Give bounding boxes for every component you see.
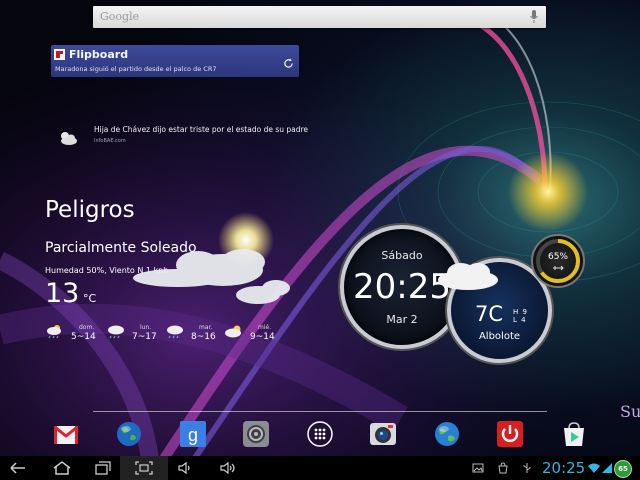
status-bar-time[interactable]: 20:25 [542,459,585,477]
screenshot-icon [135,461,153,475]
camera-icon[interactable] [369,420,397,448]
flipboard-title: Flipboard [69,48,129,61]
rain-icon [167,325,183,339]
microphone-icon[interactable] [530,10,538,24]
google-search-icon[interactable]: g [179,420,207,448]
volume-down-icon[interactable] [177,460,193,476]
clock-weather-temp: 7C [475,302,504,326]
partly-cloudy-icon [225,325,241,338]
notification-gallery-icon[interactable] [472,462,484,474]
volume-up-icon[interactable] [219,460,237,476]
play-store-icon[interactable] [560,420,588,448]
settings-icon[interactable] [242,420,270,448]
cloud-icon [438,263,498,290]
google-logo-text: Google [100,10,140,23]
forecast-range-3: 8~16 [191,332,216,342]
battery-percent: 65% [547,252,568,262]
plug-icon [553,265,564,271]
globe-icon[interactable] [433,420,461,448]
forecast-day-2: lun. [140,324,152,331]
svg-text:g: g [188,425,198,445]
usb-icon [523,463,531,473]
google-search-bar[interactable]: Google [93,6,546,28]
flipboard-logo-icon [54,49,65,60]
clock-weather-city: Albolote [478,331,521,342]
partial-wallpaper-text: Su [620,402,640,421]
dock-divider [93,411,547,412]
clock-date: Mar 2 [386,313,418,326]
partly-rain-icon [47,325,61,339]
weather-location[interactable]: Peligros [45,197,135,223]
temperature-unit: °C [83,292,97,305]
refresh-icon[interactable] [283,58,294,69]
notification-store-icon[interactable] [497,462,509,474]
power-icon[interactable] [496,420,524,448]
weather-temperature: 13 [45,278,80,309]
forecast-day-1: dom. [79,324,95,331]
screenshot-button[interactable] [120,456,168,480]
forecast-day-4: mié. [258,324,272,331]
app-drawer-icon[interactable] [306,420,334,448]
battery-badge: 65 [614,460,632,478]
gmail-icon[interactable] [52,420,80,448]
browser-globe-icon[interactable] [115,420,143,448]
back-icon[interactable] [9,460,27,476]
signal-icon [602,463,612,473]
forecast-day-3: mar. [199,324,213,331]
news-source: InfoBAE.com [94,138,126,144]
flipboard-headline[interactable]: Maradona siguió el partido desde el palc… [55,65,216,73]
home-icon[interactable] [52,460,72,476]
forecast-range-4: 9~14 [250,332,275,342]
forecast-range-1: 5~14 [71,332,96,342]
recent-apps-icon[interactable] [94,460,112,476]
news-headline[interactable]: Hija de Chávez dijo estar triste por el … [94,125,308,134]
partly-cloudy-icon [61,132,77,145]
battery-widget[interactable]: 65% [531,234,585,288]
sun-cloud-icon [133,212,290,304]
flipboard-widget[interactable]: Flipboard Maradona siguió el partido des… [51,45,299,77]
clock-weather-high-low: H 9L 4 [513,308,528,324]
rain-icon [108,325,124,339]
forecast-range-2: 7~17 [132,332,157,342]
wifi-icon [588,463,600,473]
